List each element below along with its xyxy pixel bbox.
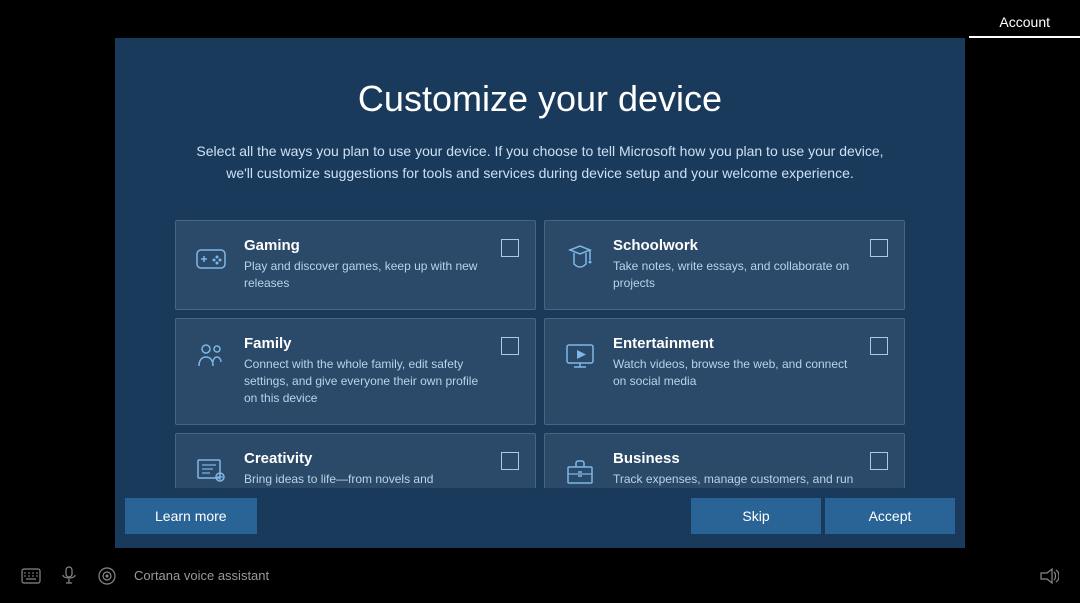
card-business-checkbox[interactable] <box>870 452 888 470</box>
keyboard-icon[interactable] <box>20 565 42 587</box>
skip-button[interactable]: Skip <box>691 498 821 534</box>
card-family-content: Family Connect with the whole family, ed… <box>244 335 491 408</box>
bottom-bar-left: Cortana voice assistant <box>20 565 1038 587</box>
schoolwork-icon <box>561 239 599 277</box>
card-business-title: Business <box>613 450 860 467</box>
card-family-desc: Connect with the whole family, edit safe… <box>244 356 491 408</box>
card-creativity-checkbox[interactable] <box>501 452 519 470</box>
volume-icon[interactable] <box>1038 565 1060 587</box>
card-schoolwork-checkbox[interactable] <box>870 239 888 257</box>
top-bar: Account <box>0 0 1080 38</box>
accept-button[interactable]: Accept <box>825 498 955 534</box>
card-entertainment-checkbox[interactable] <box>870 337 888 355</box>
card-schoolwork-title: Schoolwork <box>613 237 860 254</box>
card-family[interactable]: Family Connect with the whole family, ed… <box>175 318 536 425</box>
bottom-bar: Cortana voice assistant <box>0 548 1080 603</box>
cards-grid: Gaming Play and discover games, keep up … <box>175 220 905 523</box>
card-schoolwork[interactable]: Schoolwork Take notes, write essays, and… <box>544 220 905 310</box>
btn-group: Skip Accept <box>691 498 955 534</box>
card-entertainment-title: Entertainment <box>613 335 860 352</box>
account-tab[interactable]: Account <box>969 6 1080 38</box>
card-entertainment-content: Entertainment Watch videos, browse the w… <box>613 335 860 391</box>
business-icon <box>561 452 599 490</box>
card-creativity-title: Creativity <box>244 450 491 467</box>
card-schoolwork-content: Schoolwork Take notes, write essays, and… <box>613 237 860 293</box>
card-family-checkbox[interactable] <box>501 337 519 355</box>
card-entertainment[interactable]: Entertainment Watch videos, browse the w… <box>544 318 905 425</box>
card-family-title: Family <box>244 335 491 352</box>
bottom-bar-right <box>1038 565 1060 587</box>
page-title: Customize your device <box>358 78 722 120</box>
main-panel: Customize your device Select all the way… <box>115 38 965 548</box>
family-icon <box>192 337 230 375</box>
learn-more-button[interactable]: Learn more <box>125 498 257 534</box>
card-gaming[interactable]: Gaming Play and discover games, keep up … <box>175 220 536 310</box>
gaming-icon <box>192 239 230 277</box>
card-gaming-content: Gaming Play and discover games, keep up … <box>244 237 491 293</box>
card-entertainment-desc: Watch videos, browse the web, and connec… <box>613 356 860 391</box>
cortana-icon[interactable] <box>96 565 118 587</box>
card-schoolwork-desc: Take notes, write essays, and collaborat… <box>613 258 860 293</box>
entertainment-icon <box>561 337 599 375</box>
action-area: Learn more Skip Accept <box>115 488 965 543</box>
card-gaming-desc: Play and discover games, keep up with ne… <box>244 258 491 293</box>
microphone-icon[interactable] <box>58 565 80 587</box>
card-gaming-title: Gaming <box>244 237 491 254</box>
page-subtitle: Select all the ways you plan to use your… <box>190 140 890 185</box>
cortana-label: Cortana voice assistant <box>134 568 269 583</box>
card-gaming-checkbox[interactable] <box>501 239 519 257</box>
creativity-icon <box>192 452 230 490</box>
